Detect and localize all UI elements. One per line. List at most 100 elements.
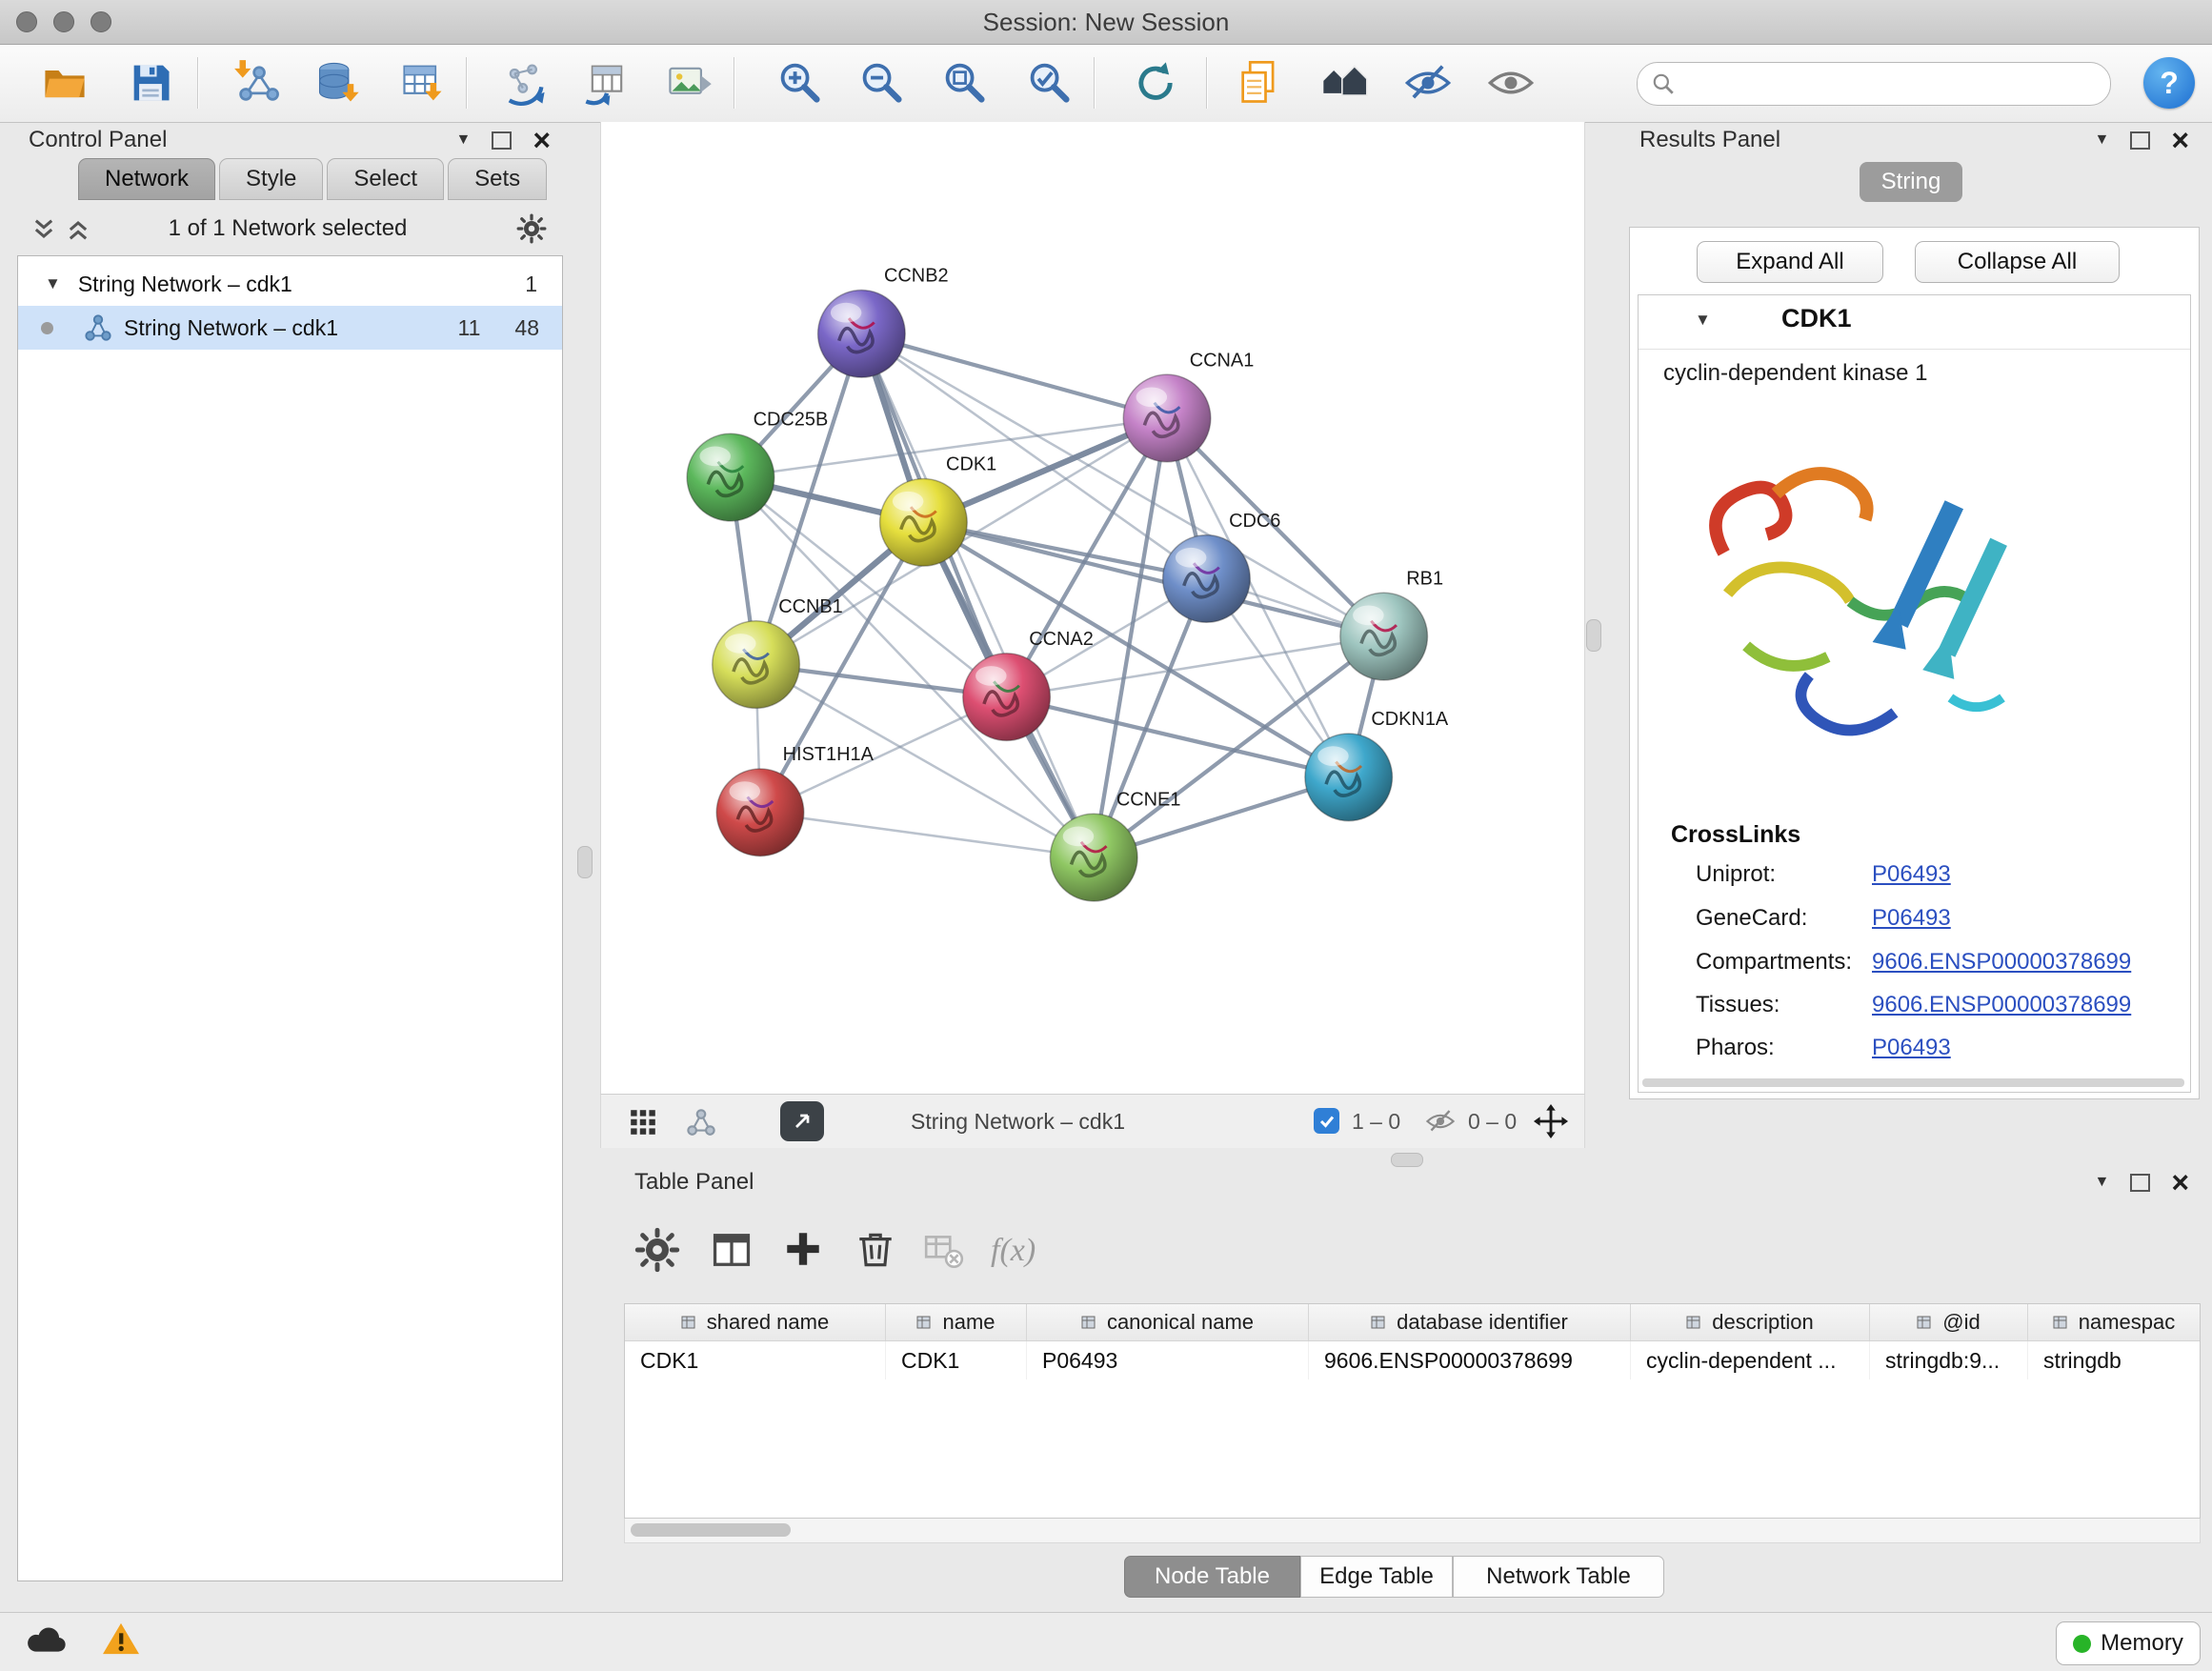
table-row[interactable]: CDK1 CDK1 P06493 9606.ENSP00000378699 cy… xyxy=(625,1341,2200,1379)
graphics-details-icon[interactable] xyxy=(628,1107,658,1137)
network-edge[interactable] xyxy=(760,813,1094,857)
tab-select[interactable]: Select xyxy=(327,158,444,200)
cell-name[interactable]: CDK1 xyxy=(886,1341,1027,1379)
network-node-cdc6[interactable] xyxy=(1163,535,1251,623)
cloud-sync-button[interactable] xyxy=(25,1622,69,1660)
cell-id[interactable]: stringdb:9... xyxy=(1870,1341,2028,1379)
tab-network[interactable]: Network xyxy=(78,158,215,200)
zoom-out-button[interactable] xyxy=(852,52,913,113)
search-input[interactable] xyxy=(1683,70,2110,98)
warnings-button[interactable] xyxy=(101,1621,141,1661)
network-node-ccne1[interactable] xyxy=(1050,814,1137,901)
show-annotations-button[interactable] xyxy=(1480,52,1541,113)
network-edge[interactable] xyxy=(861,333,1167,418)
float-panel-icon[interactable] xyxy=(492,131,512,150)
panel-menu-icon[interactable]: ▼ xyxy=(2094,131,2109,149)
export-view-button[interactable] xyxy=(780,1101,824,1141)
show-columns-button[interactable] xyxy=(709,1227,754,1278)
selected-checkbox-icon[interactable] xyxy=(1314,1108,1339,1134)
network-node-rb1[interactable] xyxy=(1340,593,1428,680)
network-node-ccna1[interactable] xyxy=(1123,374,1211,462)
float-panel-icon[interactable] xyxy=(2130,1174,2150,1192)
expand-all-button[interactable]: Expand All xyxy=(1697,241,1883,283)
panel-menu-icon[interactable]: ▼ xyxy=(2094,1174,2109,1191)
tab-network-table[interactable]: Network Table xyxy=(1453,1556,1664,1598)
crosslink-tissues-link[interactable]: 9606.ENSP00000378699 xyxy=(1872,992,2131,1018)
save-session-button[interactable] xyxy=(120,52,181,113)
network-node-ccnb1[interactable] xyxy=(713,621,800,709)
scrollbar-thumb[interactable] xyxy=(631,1523,791,1537)
pan-crosshair-icon[interactable] xyxy=(1533,1103,1569,1139)
column-header-name[interactable]: name xyxy=(886,1304,1027,1340)
import-network-from-file-button[interactable] xyxy=(228,52,289,113)
collection-disclosure-icon[interactable]: ▼ xyxy=(45,274,61,293)
tab-string[interactable]: String xyxy=(1860,162,1962,202)
tab-style[interactable]: Style xyxy=(219,158,323,200)
network-edge[interactable] xyxy=(923,522,1383,636)
protein-disclosure-icon[interactable]: ▼ xyxy=(1695,311,1711,330)
cell-namespace[interactable]: stringdb xyxy=(2028,1341,2200,1379)
column-header-database-identifier[interactable]: database identifier xyxy=(1309,1304,1631,1340)
delete-column-button[interactable] xyxy=(854,1227,897,1276)
float-panel-icon[interactable] xyxy=(2130,131,2150,150)
network-options-gear-icon[interactable] xyxy=(516,213,547,244)
network-node-ccnb2[interactable] xyxy=(818,291,906,378)
column-header-shared-name[interactable]: shared name xyxy=(625,1304,886,1340)
column-header-canonical-name[interactable]: canonical name xyxy=(1027,1304,1309,1340)
create-column-button[interactable] xyxy=(781,1227,825,1276)
refresh-layout-button[interactable] xyxy=(1125,52,1186,113)
network-row-selected[interactable]: String Network – cdk1 11 48 xyxy=(18,306,562,350)
close-panel-icon[interactable]: × xyxy=(2171,131,2189,150)
right-splitter-handle[interactable] xyxy=(1586,619,1601,652)
panel-menu-icon[interactable]: ▼ xyxy=(455,131,471,149)
new-table-button[interactable] xyxy=(576,52,637,113)
function-builder-button[interactable]: f(x) xyxy=(991,1233,1036,1269)
results-scrollbar[interactable] xyxy=(1642,1078,2184,1087)
cell-description[interactable]: cyclin-dependent ... xyxy=(1631,1341,1870,1379)
hidden-eye-slash-icon[interactable] xyxy=(1424,1107,1457,1136)
home-view-button[interactable] xyxy=(1314,52,1375,113)
zoom-fit-button[interactable] xyxy=(935,52,995,113)
table-horizontal-scrollbar[interactable] xyxy=(624,1519,2201,1543)
network-edge[interactable] xyxy=(1007,697,1349,777)
open-session-button[interactable] xyxy=(34,52,95,113)
network-node-cdk1[interactable] xyxy=(880,479,968,567)
tab-sets[interactable]: Sets xyxy=(448,158,547,200)
help-button[interactable]: ? xyxy=(2143,57,2195,109)
left-splitter-handle[interactable] xyxy=(577,846,593,878)
column-header-id[interactable]: @id xyxy=(1870,1304,2028,1340)
network-node-cdc25b[interactable] xyxy=(687,433,774,521)
close-panel-icon[interactable]: × xyxy=(2171,1173,2189,1192)
memory-button[interactable]: Memory xyxy=(2056,1621,2201,1665)
new-network-button[interactable] xyxy=(494,52,555,113)
network-collection-row[interactable]: ▼ String Network – cdk1 1 xyxy=(18,262,562,306)
hide-annotations-button[interactable] xyxy=(1398,52,1458,113)
crosslink-genecard-link[interactable]: P06493 xyxy=(1872,905,1951,932)
crosslink-pharos-link[interactable]: P06493 xyxy=(1872,1035,1951,1061)
protein-section-header[interactable]: ▼ CDK1 xyxy=(1639,295,2190,350)
copy-document-button[interactable] xyxy=(1229,52,1290,113)
zoom-selected-button[interactable] xyxy=(1019,52,1080,113)
cell-canonical-name[interactable]: P06493 xyxy=(1027,1341,1309,1379)
close-panel-icon[interactable]: × xyxy=(533,131,551,150)
network-graph[interactable]: CCNB2CCNA1CDC25BCDK1CDC6RB1CCNB1CCNA2CDK… xyxy=(601,122,1582,1092)
crosslink-compartments-link[interactable]: 9606.ENSP00000378699 xyxy=(1872,949,2131,976)
network-canvas[interactable]: CCNB2CCNA1CDC25BCDK1CDC6RB1CCNB1CCNA2CDK… xyxy=(600,122,1585,1094)
cell-database-identifier[interactable]: 9606.ENSP00000378699 xyxy=(1309,1341,1631,1379)
search-field[interactable] xyxy=(1637,62,2111,106)
delete-table-button[interactable] xyxy=(922,1229,966,1278)
network-node-ccna2[interactable] xyxy=(963,654,1051,741)
network-node-hist1h1a[interactable] xyxy=(716,769,804,856)
tab-node-table[interactable]: Node Table xyxy=(1124,1556,1300,1598)
network-node-cdkn1a[interactable] xyxy=(1305,734,1393,821)
import-table-from-file-button[interactable] xyxy=(392,52,453,113)
column-header-description[interactable]: description xyxy=(1631,1304,1870,1340)
export-image-button[interactable] xyxy=(659,52,720,113)
cell-shared-name[interactable]: CDK1 xyxy=(625,1341,886,1379)
collapse-all-button[interactable]: Collapse All xyxy=(1915,241,2120,283)
zoom-in-button[interactable] xyxy=(770,52,831,113)
column-header-namespace[interactable]: namespac xyxy=(2028,1304,2200,1340)
table-options-gear-button[interactable] xyxy=(634,1227,680,1278)
crosslink-uniprot-link[interactable]: P06493 xyxy=(1872,861,1951,888)
tab-edge-table[interactable]: Edge Table xyxy=(1300,1556,1453,1598)
